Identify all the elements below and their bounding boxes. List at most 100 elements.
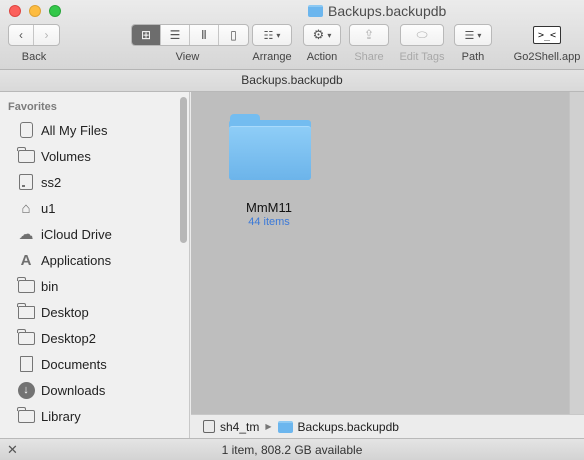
view-coverflow-mode-button[interactable]: ▯ [219, 25, 248, 45]
sidebar-item-label: Downloads [41, 382, 106, 398]
path-segment-sh4-tm[interactable]: sh4_tm [203, 420, 259, 434]
sidebar-item-applications[interactable]: A Applications [0, 247, 180, 273]
folder-item-name: MmM11 [246, 200, 292, 215]
chevron-down-icon: ▾ [327, 30, 332, 40]
sidebar-item-u1[interactable]: ⌂ u1 [0, 195, 180, 221]
folder-icon [17, 328, 35, 346]
finder-window: Backups.backupdb ‹ › Back ⊞ ☰ Ⅱ ▯ View ☷… [0, 0, 584, 460]
forward-button[interactable]: › [34, 25, 59, 45]
chevron-down-icon: ▾ [276, 30, 281, 40]
desktop-icon [17, 302, 35, 320]
sidebar-item-label: iCloud Drive [41, 226, 112, 242]
back-button[interactable]: ‹ [9, 25, 34, 45]
sidebar-item-label: bin [41, 278, 59, 294]
view-icon-mode-button[interactable]: ⊞ [132, 25, 161, 45]
go2shell-group: >_< [533, 26, 561, 44]
sidebar-item-icloud-drive[interactable]: ☁ iCloud Drive [0, 221, 180, 247]
folder-icon [17, 146, 35, 164]
action-label: Action [306, 51, 338, 63]
sidebar-heading: Favorites [8, 101, 57, 113]
coverflow-icon: ▯ [230, 28, 237, 42]
sidebar-item-label: ss2 [41, 174, 62, 190]
edit-tags-label: Edit Tags [399, 51, 445, 63]
window-title: Backups.backupdb [308, 2, 446, 20]
path-icon: ☰ [464, 29, 475, 42]
sidebar-scrollbar[interactable] [180, 97, 187, 243]
back-forward-group: ‹ › [8, 24, 60, 46]
path-segment-label: sh4_tm [220, 419, 260, 434]
path-title-bar: Backups.backupdb [0, 70, 584, 92]
grid-icon: ⊞ [140, 28, 152, 42]
chevron-right-icon: ▶ [265, 422, 272, 431]
arrange-button[interactable]: ☷ ▾ [252, 24, 292, 46]
content-scrollbar[interactable] [569, 92, 584, 414]
sidebar-item-label: u1 [41, 200, 56, 216]
sidebar-item-desktop[interactable]: Desktop [0, 299, 180, 325]
sidebar-item-bin[interactable]: bin [0, 273, 180, 299]
cloud-icon: ☁ [18, 226, 34, 243]
sidebar-item-all-my-files[interactable]: All My Files [0, 117, 180, 143]
document-icon [17, 356, 35, 372]
chevron-down-icon: ▾ [477, 30, 482, 40]
path-bar: sh4_tm ▶ Backups.backupdb [191, 414, 584, 438]
sidebar-item-volumes[interactable]: Volumes [0, 143, 180, 169]
toolbar: Backups.backupdb ‹ › Back ⊞ ☰ Ⅱ ▯ View ☷… [0, 0, 584, 70]
sidebar-item-documents[interactable]: Documents [0, 351, 180, 377]
share-group: ⇪ [349, 24, 389, 46]
minimize-window-button[interactable] [29, 5, 41, 17]
all-files-icon [17, 122, 35, 138]
path-segment-backups[interactable]: Backups.backupdb [277, 419, 399, 434]
sidebar-item-label: Applications [41, 252, 112, 268]
folder-icon [308, 5, 323, 17]
action-button[interactable]: ⚙ ▾ [303, 24, 341, 46]
chevron-left-icon: ‹ [19, 28, 23, 42]
columns-icon: Ⅱ [201, 28, 207, 42]
home-icon: ⌂ [21, 199, 31, 217]
share-button[interactable]: ⇪ [349, 24, 389, 46]
sidebar-item-library[interactable]: Library [0, 403, 180, 429]
sidebar-item-label: Desktop [41, 304, 89, 320]
folder-icon [229, 114, 311, 180]
sidebar-item-downloads[interactable]: ↓ Downloads [0, 377, 180, 403]
path-segment-label: Backups.backupdb [297, 419, 399, 434]
status-bar: ✕ 1 item, 808.2 GB available [0, 438, 584, 460]
close-window-button[interactable] [9, 5, 21, 17]
share-label: Share [354, 51, 384, 63]
zoom-window-button[interactable] [49, 5, 61, 17]
folder-icon [17, 276, 35, 294]
view-column-mode-button[interactable]: Ⅱ [190, 25, 219, 45]
sidebar-item-label: Desktop2 [41, 330, 96, 346]
back-label: Back [21, 51, 47, 63]
action-group: ⚙ ▾ [303, 24, 341, 46]
folder-icon [277, 420, 293, 433]
path-label: Path [461, 51, 485, 63]
go2shell-label: Go2Shell.app [513, 51, 581, 63]
sidebar: Favorites All My Files Volumes ss2 ⌂ u1 … [0, 92, 190, 438]
drive-icon [203, 420, 215, 433]
edit-tags-group: ⬭ [400, 24, 444, 46]
drive-icon [17, 174, 35, 190]
window-title-text: Backups.backupdb [328, 3, 447, 19]
view-mode-group: ⊞ ☰ Ⅱ ▯ [131, 24, 249, 46]
file-browser-content: MmM11 44 items [191, 92, 584, 414]
view-list-mode-button[interactable]: ☰ [161, 25, 190, 45]
arrange-group: ☷ ▾ [252, 24, 292, 46]
view-label: View [175, 51, 200, 63]
sidebar-item-desktop2[interactable]: Desktop2 [0, 325, 180, 351]
edit-tags-button[interactable]: ⬭ [400, 24, 444, 46]
gear-icon: ⚙ [312, 27, 325, 42]
sidebar-item-ss2[interactable]: ss2 [0, 169, 180, 195]
terminal-icon[interactable]: >_< [533, 26, 561, 44]
folder-item-count: 44 items [248, 216, 290, 228]
share-icon: ⇪ [363, 27, 375, 42]
sidebar-item-label: Volumes [41, 148, 91, 164]
applications-icon: A [20, 251, 32, 269]
folder-icon [17, 406, 35, 424]
sidebar-item-label: Documents [41, 356, 107, 372]
arrange-label: Arrange [252, 51, 292, 63]
download-icon: ↓ [17, 381, 35, 399]
path-button[interactable]: ☰ ▾ [454, 24, 492, 46]
sidebar-item-label: All My Files [41, 122, 108, 138]
path-group: ☰ ▾ [454, 24, 492, 46]
chevron-right-icon: › [44, 28, 49, 42]
